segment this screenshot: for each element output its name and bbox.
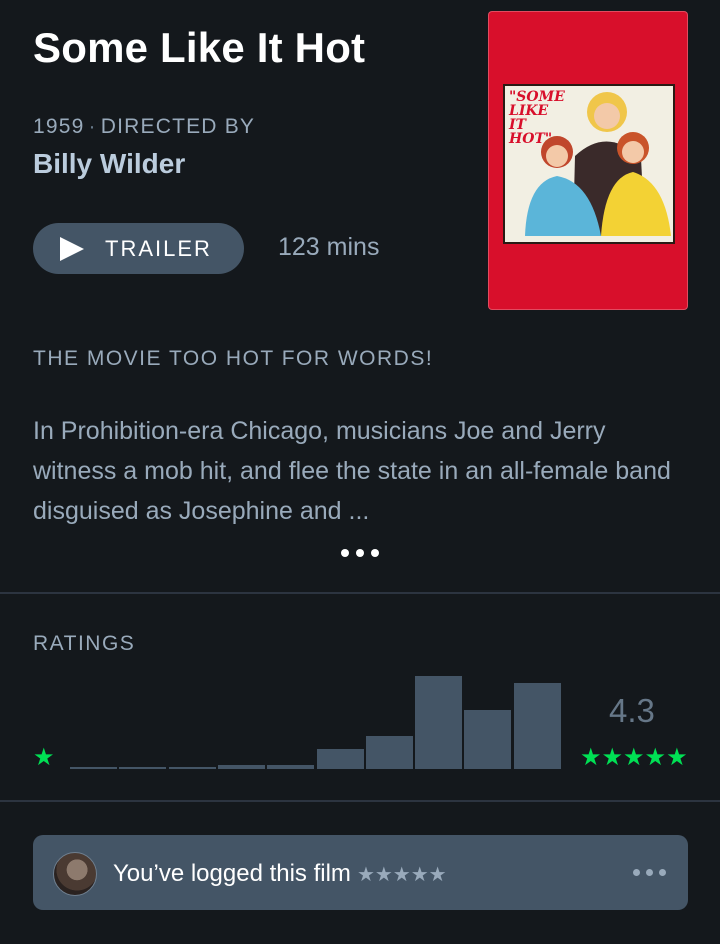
divider [0, 800, 720, 802]
more-dot [371, 549, 379, 557]
tagline: THE MOVIE TOO HOT FOR WORDS! [33, 347, 434, 370]
release-year[interactable]: 1959 [33, 115, 85, 138]
histogram-bar[interactable] [267, 765, 315, 769]
min-rating-star-icon: ★ [33, 744, 55, 771]
runtime: 123 mins [278, 233, 380, 261]
histogram-bar[interactable] [365, 736, 413, 769]
poster-artwork: "SOME LIKE IT HOT" [503, 84, 675, 244]
histogram-bar[interactable] [168, 767, 216, 769]
more-dot [356, 549, 364, 557]
logged-film-label: You’ve logged this film ★★★★★ [113, 860, 447, 888]
histogram-bar[interactable] [415, 676, 463, 769]
histogram-bar[interactable] [217, 765, 265, 769]
divider [0, 592, 720, 594]
trailer-button[interactable]: TRAILER [33, 223, 244, 274]
play-icon [60, 236, 84, 261]
film-poster[interactable]: "SOME LIKE IT HOT" [488, 11, 688, 310]
ratings-label: RATINGS [33, 632, 136, 655]
histogram-bar[interactable] [316, 749, 364, 769]
avatar [53, 852, 97, 896]
user-rating-stars-icon: ★★★★★ [356, 864, 447, 886]
film-title: Some Like It Hot [33, 24, 366, 71]
more-dot [646, 869, 653, 876]
director-name[interactable]: Billy Wilder [33, 148, 185, 180]
logged-film-card[interactable]: You’ve logged this film ★★★★★ [33, 835, 688, 910]
directed-by-label: DIRECTED BY [100, 115, 256, 138]
max-rating-stars-icon: ★★★★★ [580, 744, 688, 771]
trailer-label: TRAILER [105, 235, 212, 261]
histogram-bar[interactable] [464, 710, 512, 769]
poster-figures-icon [525, 92, 671, 236]
film-meta: 1959 · DIRECTED BY [33, 115, 255, 139]
more-dot [659, 869, 666, 876]
average-rating[interactable]: 4.3 [609, 692, 655, 730]
histogram-bar[interactable] [119, 767, 167, 769]
more-dot [633, 869, 640, 876]
log-text: You’ve logged this film [113, 860, 351, 887]
histogram-bar[interactable] [513, 683, 561, 769]
expand-synopsis-button[interactable] [341, 549, 379, 557]
ratings-histogram [70, 674, 563, 769]
more-dot [341, 549, 349, 557]
meta-separator: · [88, 115, 97, 138]
card-more-button[interactable] [633, 869, 666, 876]
histogram-bar[interactable] [70, 767, 117, 769]
synopsis[interactable]: In Prohibition-era Chicago, musicians Jo… [33, 411, 693, 531]
